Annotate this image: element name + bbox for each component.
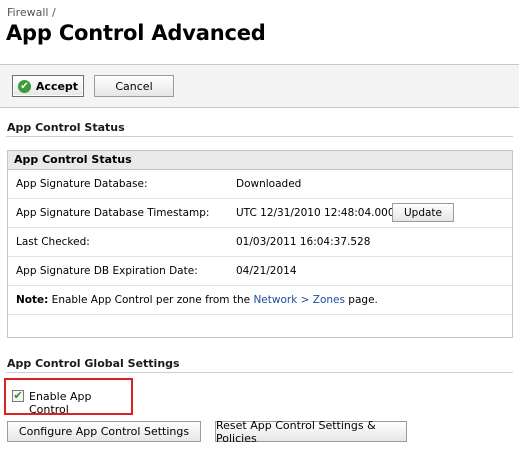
toolbar: ✔ Accept Cancel xyxy=(0,64,519,108)
enable-app-control-highlight: ✔ Enable App Control xyxy=(4,378,133,416)
status-panel: App Control Status App Signature Databas… xyxy=(7,150,513,338)
page-title: App Control Advanced xyxy=(6,21,266,45)
status-row: App Signature Database: Downloaded xyxy=(8,170,512,199)
enable-app-control-checkbox[interactable]: ✔ xyxy=(12,390,24,402)
status-row-label: App Signature Database: xyxy=(16,178,148,190)
accept-button[interactable]: ✔ Accept xyxy=(12,75,84,97)
status-row-value: 01/03/2011 16:04:37.528 xyxy=(236,236,371,248)
divider xyxy=(6,372,513,373)
status-row-label: App Signature DB Expiration Date: xyxy=(16,265,198,277)
note-row: Note: Enable App Control per zone from t… xyxy=(8,286,512,315)
status-row-value: 04/21/2014 xyxy=(236,265,297,277)
divider xyxy=(6,136,513,137)
accept-button-label: Accept xyxy=(35,79,79,93)
note-text: Enable App Control per zone from the xyxy=(48,294,254,306)
breadcrumb: Firewall / xyxy=(7,6,56,19)
cancel-button[interactable]: Cancel xyxy=(94,75,174,97)
status-row-value: Downloaded xyxy=(236,178,302,190)
global-section-heading: App Control Global Settings xyxy=(7,357,180,370)
status-row-value: UTC 12/31/2010 12:48:04.000 xyxy=(236,207,395,219)
status-panel-title: App Control Status xyxy=(8,151,512,170)
status-row-label: App Signature Database Timestamp: xyxy=(16,207,210,219)
status-row-label: Last Checked: xyxy=(16,236,90,248)
status-row: App Signature Database Timestamp: UTC 12… xyxy=(8,199,512,228)
note-prefix: Note: xyxy=(16,294,49,306)
status-row: App Signature DB Expiration Date: 04/21/… xyxy=(8,257,512,286)
update-button[interactable]: Update xyxy=(392,203,454,222)
status-section-heading: App Control Status xyxy=(7,121,125,134)
enable-app-control-label[interactable]: Enable App Control xyxy=(29,390,131,416)
checkmark-icon: ✔ xyxy=(17,79,31,93)
status-row: Last Checked: 01/03/2011 16:04:37.528 xyxy=(8,228,512,257)
reset-app-control-button[interactable]: Reset App Control Settings & Policies xyxy=(215,419,407,445)
configure-app-control-button[interactable]: Configure App Control Settings xyxy=(7,421,201,442)
network-zones-link[interactable]: Network > Zones xyxy=(253,294,345,306)
note-suffix: page. xyxy=(344,294,378,306)
